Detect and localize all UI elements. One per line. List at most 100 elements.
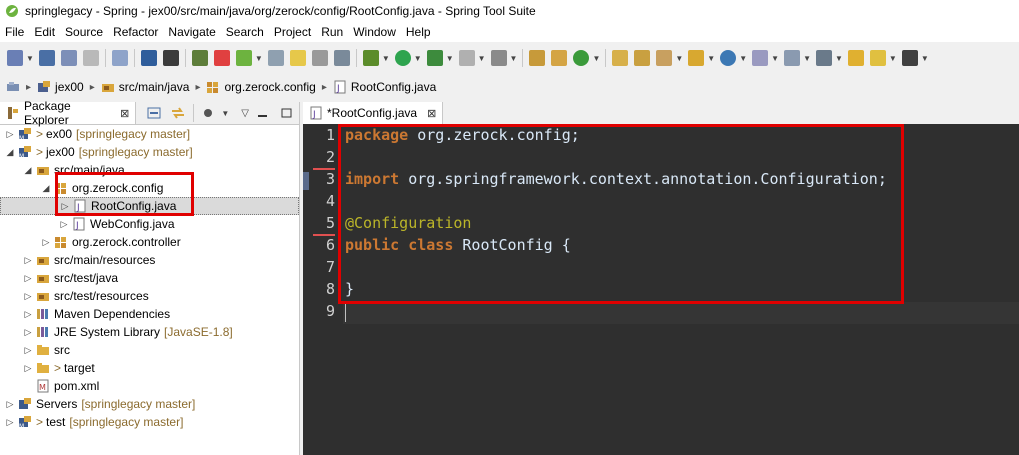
coverage-icon[interactable]	[490, 50, 507, 66]
expand-icon[interactable]: ▷	[40, 237, 52, 248]
wrench-icon[interactable]	[311, 50, 328, 66]
menu-project[interactable]: Project	[269, 25, 316, 39]
new-java-project-icon[interactable]	[529, 50, 546, 66]
back-icon[interactable]	[869, 50, 886, 66]
tree-item-ex00[interactable]: ▷ M > ex00 [springlegacy master]	[0, 125, 299, 143]
new-icon[interactable]	[7, 50, 23, 66]
code-area[interactable]: 1 2 3 4 5 6 7 8 9 package org.zerock.con…	[303, 124, 1019, 455]
spring-icon[interactable]	[235, 50, 252, 66]
save-icon[interactable]	[38, 50, 55, 66]
menu-window[interactable]: Window	[348, 25, 401, 39]
breadcrumb-root[interactable]	[6, 80, 20, 94]
collapse-icon[interactable]: ◢	[22, 165, 34, 176]
highlight-icon[interactable]	[289, 50, 306, 66]
tree-item-src-test-java[interactable]: ▷ src/test/java	[0, 269, 299, 287]
breadcrumb-package[interactable]: org.zerock.config	[206, 80, 316, 94]
terminal-icon[interactable]	[162, 50, 179, 66]
close-icon[interactable]: ⊠	[427, 107, 436, 120]
menu-navigate[interactable]: Navigate	[163, 25, 220, 39]
menu-search[interactable]: Search	[221, 25, 269, 39]
new-class-icon[interactable]	[573, 50, 590, 66]
link-with-editor-icon[interactable]	[171, 107, 185, 119]
expand-icon[interactable]: ▷	[22, 255, 34, 266]
spring-boot-icon[interactable]	[191, 50, 208, 66]
tab-package-explorer[interactable]: Package Explorer ⊠	[0, 99, 137, 127]
tab-rootconfig-java[interactable]: J *RootConfig.java ⊠	[303, 102, 444, 124]
tree-item-src-test-resources[interactable]: ▷ src/test/resources	[0, 287, 299, 305]
run-external-icon[interactable]	[426, 50, 443, 66]
tree-item-servers[interactable]: ▷ Servers [springlegacy master]	[0, 395, 299, 413]
stop-dropdown-icon[interactable]: ▼	[478, 54, 486, 63]
close-icon[interactable]: ⊠	[120, 107, 129, 120]
forward-dropdown-icon[interactable]: ▼	[921, 54, 929, 63]
menu-run[interactable]: Run	[316, 25, 348, 39]
expand-icon[interactable]: ▷	[4, 129, 16, 140]
next-annotation-icon[interactable]	[784, 50, 801, 66]
menu-file[interactable]: File	[0, 25, 29, 39]
tree-item-src-main-resources[interactable]: ▷ src/main/resources	[0, 251, 299, 269]
forward-icon[interactable]	[901, 50, 918, 66]
tree-item-src[interactable]: ▷ src	[0, 341, 299, 359]
prev-dropdown-icon[interactable]: ▼	[835, 54, 843, 63]
print-icon[interactable]	[82, 50, 99, 66]
stop-icon[interactable]	[458, 50, 475, 66]
maximize-icon[interactable]	[280, 107, 294, 119]
tree-item-maven-dependencies[interactable]: ▷ Maven Dependencies	[0, 305, 299, 323]
annotation-dropdown-icon[interactable]: ▼	[771, 54, 779, 63]
menu-edit[interactable]: Edit	[29, 25, 60, 39]
tree-item-webconfig-java[interactable]: ▷ J WebConfig.java	[0, 215, 299, 233]
skip-breakpoints-icon[interactable]	[111, 50, 128, 66]
spring-dropdown-icon[interactable]: ▼	[255, 54, 263, 63]
new-dropdown-icon[interactable]: ▼	[26, 54, 34, 63]
globe-icon[interactable]	[720, 50, 737, 66]
folder-icon[interactable]	[688, 50, 705, 66]
last-edit-icon[interactable]	[847, 50, 864, 66]
open-type-icon[interactable]	[612, 50, 629, 66]
next-dropdown-icon[interactable]: ▼	[803, 54, 811, 63]
class-dropdown-icon[interactable]: ▼	[592, 54, 600, 63]
tree-item-org-zerock-controller[interactable]: ▷ org.zerock.controller	[0, 233, 299, 251]
tree-item-test[interactable]: ▷ M > test [springlegacy master]	[0, 413, 299, 431]
expand-icon[interactable]: ▷	[22, 363, 34, 374]
expand-icon[interactable]: ▷	[4, 399, 16, 410]
focus-task-icon[interactable]	[202, 107, 216, 119]
collapse-icon[interactable]: ◢	[4, 147, 16, 158]
debug-server-icon[interactable]	[140, 50, 157, 66]
mark-occurrences-icon[interactable]	[267, 50, 284, 66]
breadcrumb-source-folder[interactable]: src/main/java	[101, 80, 189, 94]
breadcrumb-file[interactable]: J RootConfig.java	[333, 80, 436, 94]
java-icon[interactable]	[333, 50, 350, 66]
prev-annotation-icon[interactable]	[815, 50, 832, 66]
menu-help[interactable]: Help	[401, 25, 436, 39]
tree-item-pom-xml[interactable]: M pom.xml	[0, 377, 299, 395]
back-dropdown-icon[interactable]: ▼	[889, 54, 897, 63]
brush-dropdown-icon[interactable]: ▼	[675, 54, 683, 63]
expand-icon[interactable]: ▷	[58, 219, 70, 230]
expand-icon[interactable]: ▷	[22, 327, 34, 338]
expand-icon[interactable]: ▷	[22, 291, 34, 302]
menu-source[interactable]: Source	[60, 25, 108, 39]
new-package-icon[interactable]	[551, 50, 568, 66]
run-icon[interactable]	[394, 50, 411, 66]
breadcrumb-project[interactable]: jex00	[37, 80, 84, 94]
minimize-icon[interactable]	[256, 107, 270, 119]
collapse-icon[interactable]: ◢	[40, 183, 52, 194]
save-all-icon[interactable]	[60, 50, 77, 66]
tree-item-jre-system-library[interactable]: ▷ JRE System Library [JavaSE-1.8]	[0, 323, 299, 341]
debug-icon[interactable]	[362, 50, 379, 66]
coverage-dropdown-icon[interactable]: ▼	[510, 54, 518, 63]
brush-icon[interactable]	[656, 50, 673, 66]
tree-item-target[interactable]: ▷ > target	[0, 359, 299, 377]
external-dropdown-icon[interactable]: ▼	[446, 54, 454, 63]
open-task-icon[interactable]	[634, 50, 651, 66]
run-dropdown-icon[interactable]: ▼	[414, 54, 422, 63]
annotation-icon[interactable]	[752, 50, 769, 66]
folder-dropdown-icon[interactable]: ▼	[707, 54, 715, 63]
expand-icon[interactable]: ▷	[22, 345, 34, 356]
tree-item-jex00[interactable]: ◢ M > jex00 [springlegacy master]	[0, 143, 299, 161]
expand-icon[interactable]: ▷	[22, 309, 34, 320]
focus-dropdown-icon[interactable]: ▼	[221, 109, 229, 118]
view-menu-icon[interactable]: ▽	[241, 108, 249, 119]
dashboard-icon[interactable]	[213, 50, 230, 66]
expand-icon[interactable]: ▷	[22, 273, 34, 284]
